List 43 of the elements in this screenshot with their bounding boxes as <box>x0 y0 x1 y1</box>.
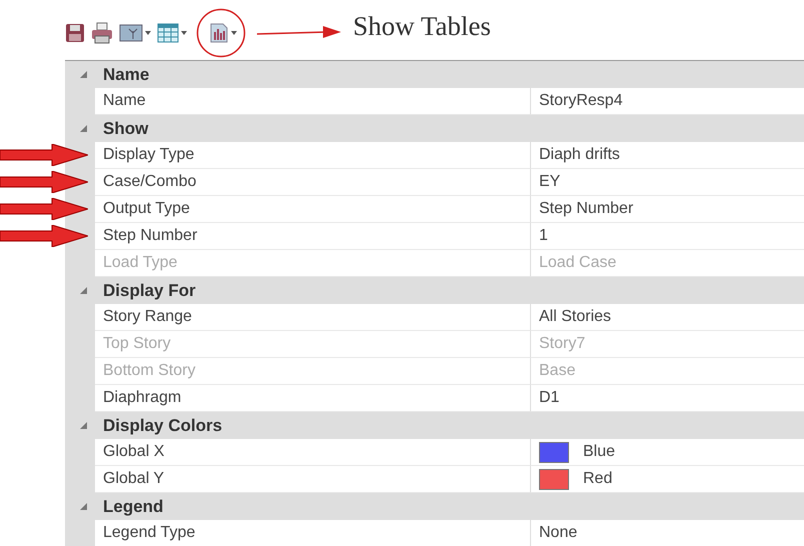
annotation-label: Show Tables <box>353 10 491 42</box>
property-value[interactable]: EY <box>530 169 804 196</box>
property-value[interactable]: D1 <box>530 385 804 412</box>
property-label: Global Y <box>95 466 530 493</box>
category-title: Name <box>103 64 150 84</box>
dropdown-caret-icon[interactable] <box>181 31 187 35</box>
property-label: Display Type <box>95 142 530 169</box>
dropdown-caret-icon[interactable] <box>231 31 237 35</box>
property-value[interactable]: 1 <box>530 223 804 250</box>
property-label: Story Range <box>95 304 530 331</box>
property-label: Load Type <box>95 250 530 277</box>
printer-icon[interactable] <box>91 22 113 44</box>
property-value[interactable]: Step Number <box>530 196 804 223</box>
category-title: Display For <box>103 280 196 300</box>
property-label: Step Number <box>95 223 530 250</box>
property-label: Top Story <box>95 331 530 358</box>
property-value[interactable]: StoryResp4 <box>530 88 804 115</box>
property-value[interactable]: All Stories <box>530 304 804 331</box>
chart-icon[interactable] <box>209 23 229 43</box>
save-icon[interactable] <box>65 23 85 43</box>
dropdown-caret-icon[interactable] <box>145 31 151 35</box>
highlight-circle <box>196 8 246 58</box>
property-value[interactable]: Red <box>530 466 804 493</box>
property-label: Bottom Story <box>95 358 530 385</box>
collapse-triangle-icon[interactable] <box>80 71 87 78</box>
property-label: Case/Combo <box>95 169 530 196</box>
table-icon[interactable] <box>157 23 179 43</box>
collapse-triangle-icon[interactable] <box>80 125 87 132</box>
property-label: Diaphragm <box>95 385 530 412</box>
collapse-triangle-icon[interactable] <box>80 422 87 429</box>
property-value[interactable]: None <box>530 520 804 546</box>
property-label: Global X <box>95 439 530 466</box>
category-title: Display Colors <box>103 416 222 436</box>
property-value[interactable]: Blue <box>530 439 804 466</box>
category-title: Legend <box>103 496 164 516</box>
property-value[interactable]: Diaph drifts <box>530 142 804 169</box>
property-label: Legend Type <box>95 520 530 546</box>
collapse-triangle-icon[interactable] <box>80 503 87 510</box>
category-title: Show <box>103 118 148 138</box>
property-label: Name <box>95 88 530 115</box>
collapse-triangle-icon[interactable] <box>80 287 87 294</box>
property-label: Output Type <box>95 196 530 223</box>
picture-icon[interactable] <box>119 23 143 43</box>
